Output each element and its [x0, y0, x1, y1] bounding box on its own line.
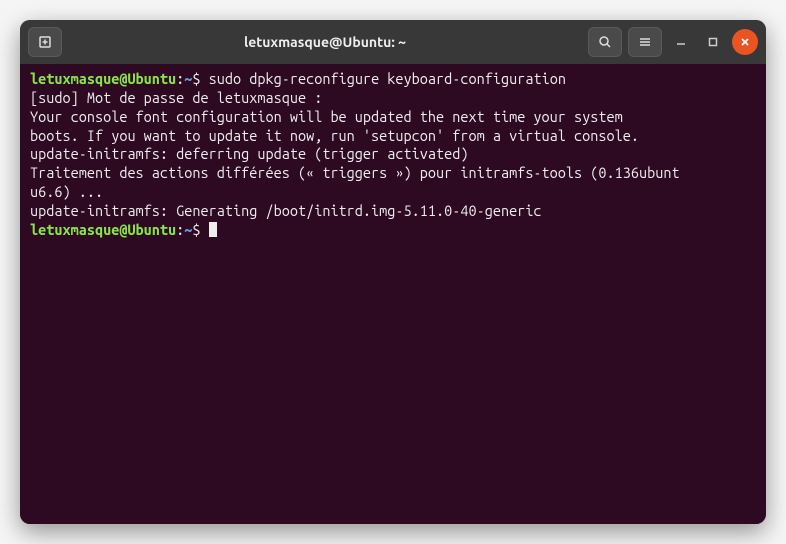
minimize-button[interactable] [668, 29, 694, 55]
maximize-button[interactable] [700, 29, 726, 55]
cursor-block [209, 222, 217, 237]
command-line: letuxmasque@Ubuntu:~$ sudo dpkg-reconfig… [30, 70, 756, 89]
window-title: letuxmasque@Ubuntu: ~ [70, 34, 580, 50]
hamburger-icon [638, 35, 652, 49]
prompt-dollar: $ [192, 70, 208, 87]
new-tab-button[interactable] [28, 27, 62, 57]
maximize-icon [708, 37, 718, 47]
titlebar-right-controls [588, 27, 758, 57]
output-line: [sudo] Mot de passe de letuxmasque : [30, 89, 756, 108]
terminal-body[interactable]: letuxmasque@Ubuntu:~$ sudo dpkg-reconfig… [20, 64, 766, 524]
menu-button[interactable] [628, 27, 662, 57]
output-line: u6.6) ... [30, 183, 756, 202]
output-line: Your console font configuration will be … [30, 108, 756, 127]
prompt-line: letuxmasque@Ubuntu:~$ [30, 221, 756, 240]
close-icon [740, 37, 750, 47]
prompt-user-host: letuxmasque@Ubuntu [30, 221, 176, 238]
output-line: Traitement des actions différées (« trig… [30, 164, 756, 183]
output-line: boots. If you want to update it now, run… [30, 127, 756, 146]
output-line: update-initramfs: Generating /boot/initr… [30, 202, 756, 221]
command-text: sudo dpkg-reconfigure keyboard-configura… [209, 70, 566, 87]
minimize-icon [676, 37, 686, 47]
search-button[interactable] [588, 27, 622, 57]
output-line: update-initramfs: deferring update (trig… [30, 145, 756, 164]
prompt-user-host: letuxmasque@Ubuntu [30, 70, 176, 87]
new-tab-icon [38, 35, 52, 49]
close-button[interactable] [732, 29, 758, 55]
prompt-dollar: $ [192, 221, 208, 238]
titlebar: letuxmasque@Ubuntu: ~ [20, 20, 766, 64]
terminal-window: letuxmasque@Ubuntu: ~ [20, 20, 766, 524]
titlebar-left-controls [28, 27, 62, 57]
search-icon [598, 35, 612, 49]
